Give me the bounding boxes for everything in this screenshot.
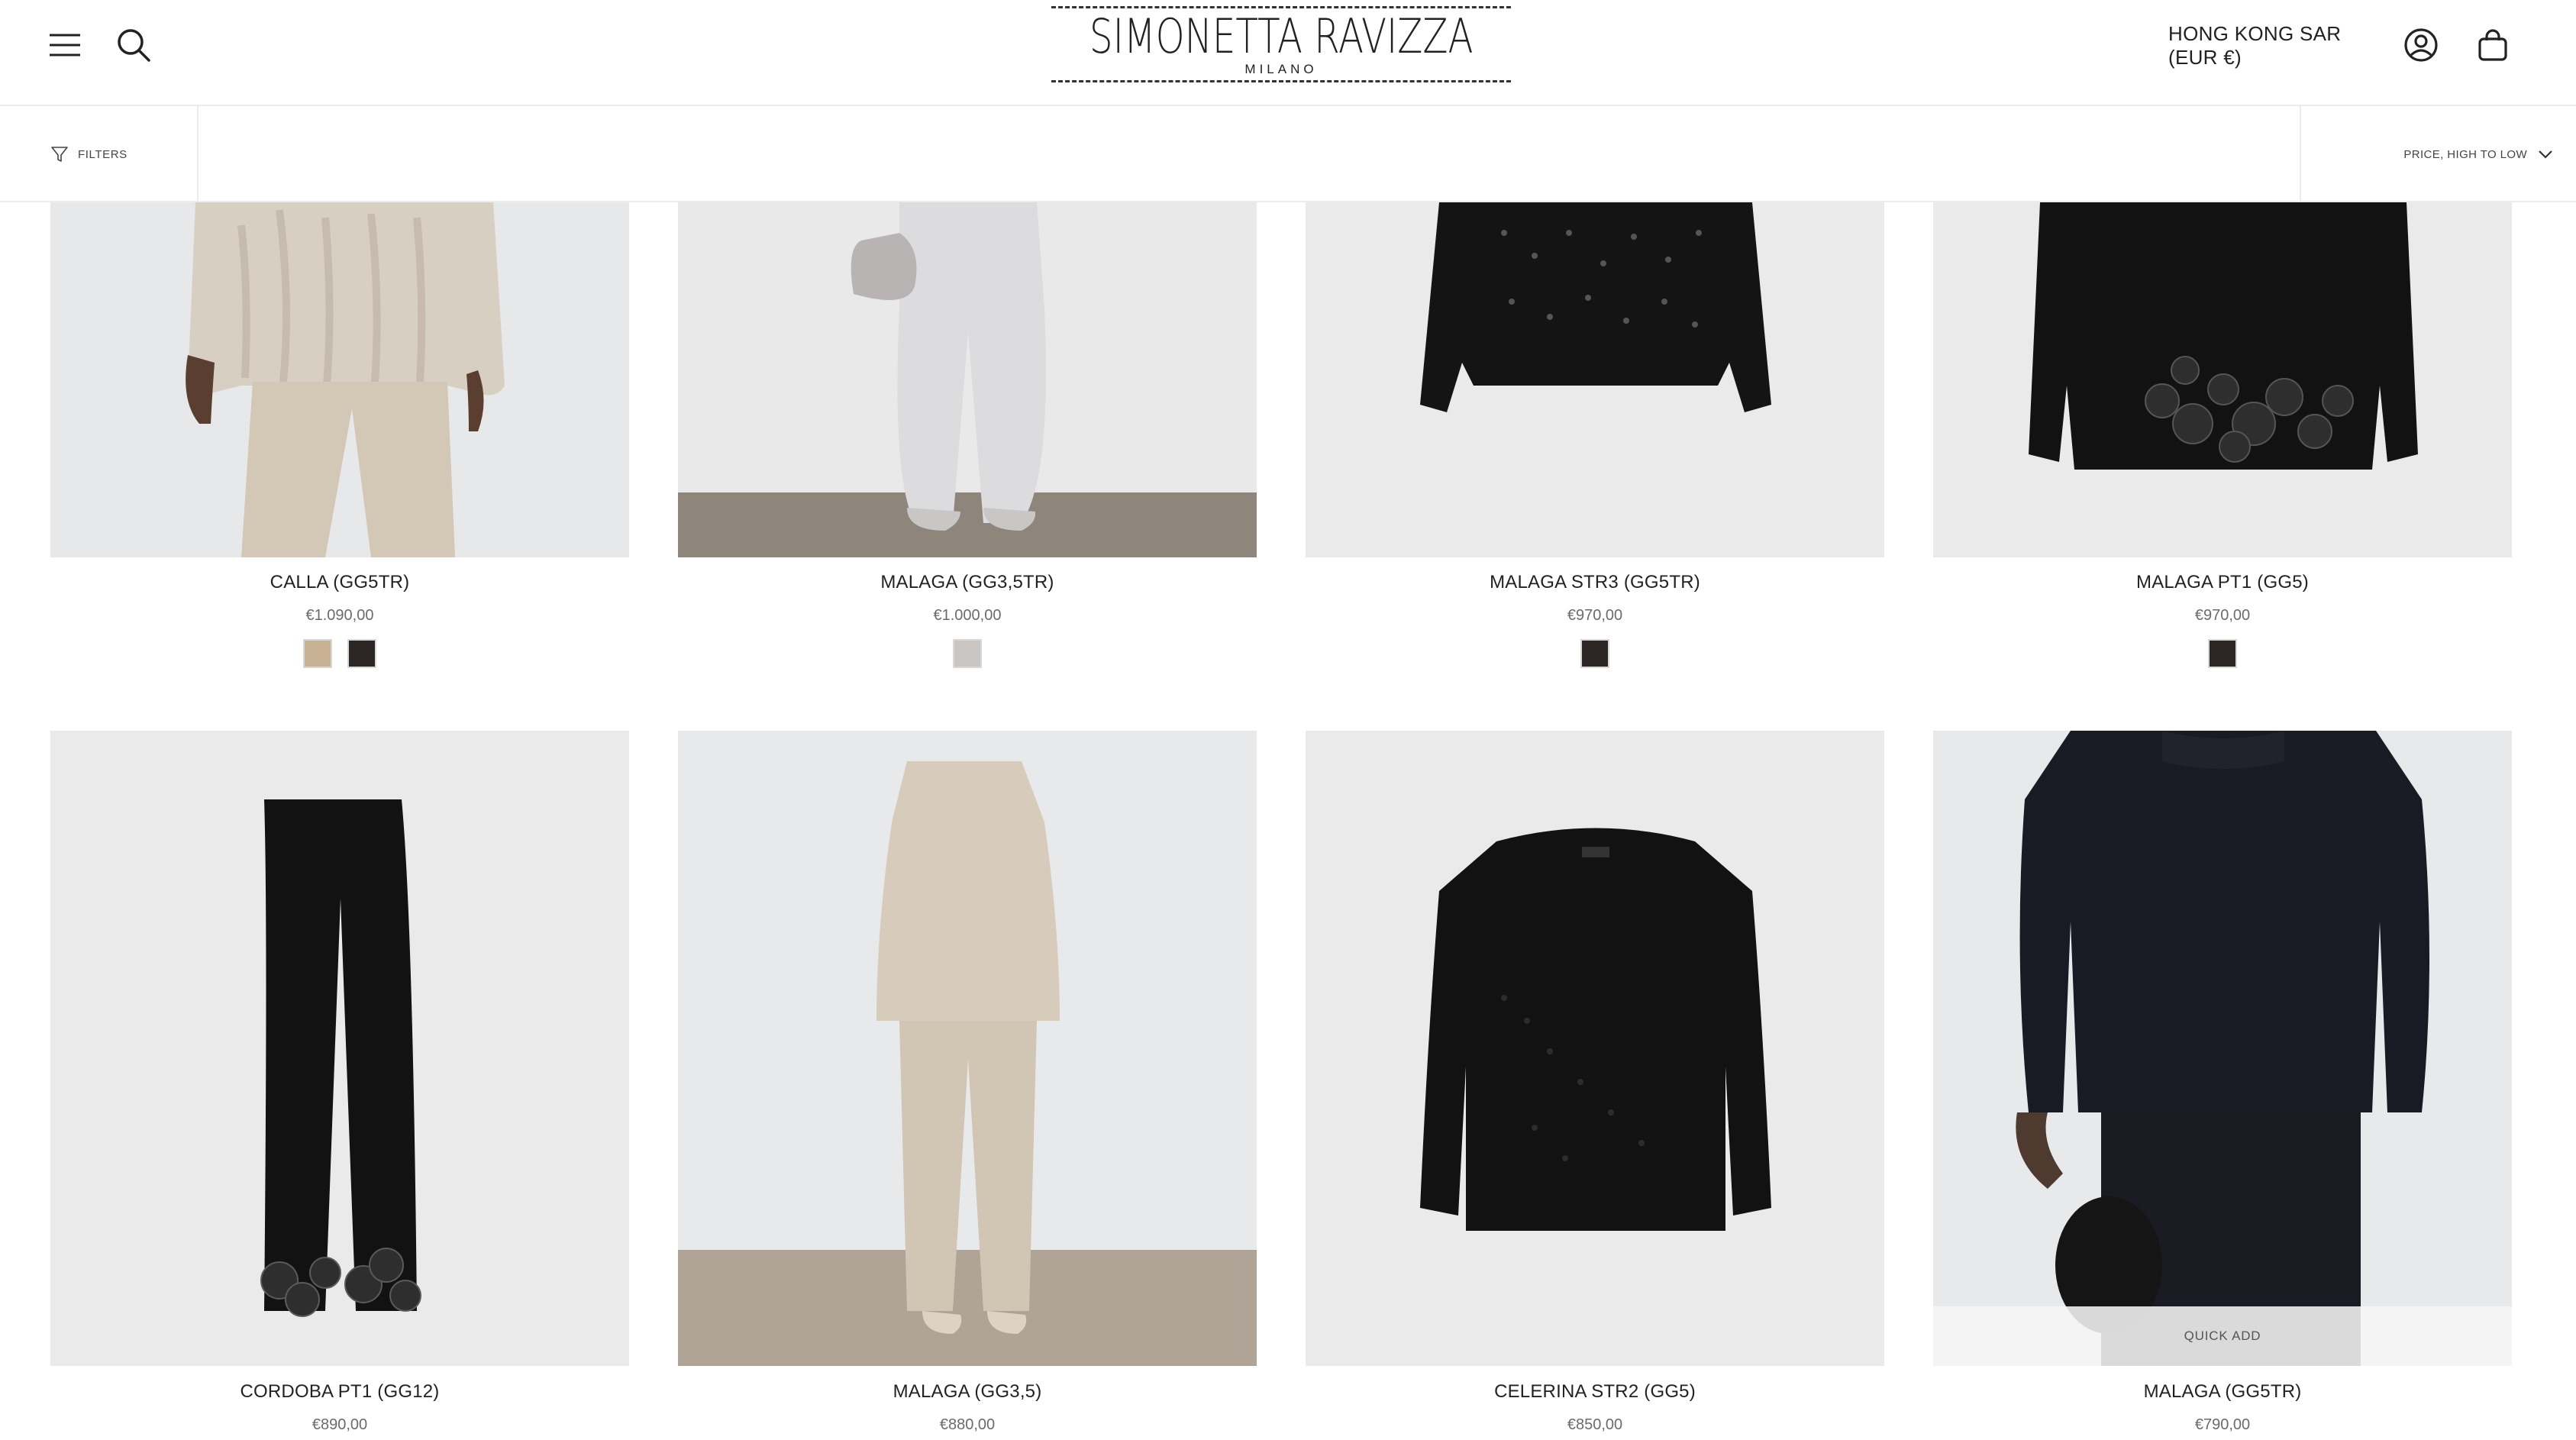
product-price: €790,00 (2194, 1416, 2251, 1433)
region-selector[interactable]: HONG KONG SAR (EUR €) (2168, 22, 2374, 69)
product-price: €850,00 (1567, 1416, 1623, 1433)
product-price: €880,00 (939, 1416, 996, 1433)
color-swatches (1306, 639, 1884, 668)
product-name[interactable]: CORDOBA PT1 (GG12) (50, 1381, 629, 1403)
filters-label: FILTERS (78, 147, 128, 161)
toolbar-divider (2300, 106, 2301, 202)
color-swatches (1933, 639, 2512, 668)
product-price: €890,00 (312, 1416, 368, 1433)
product-image[interactable] (1306, 202, 1884, 557)
chevron-down-icon (2538, 150, 2553, 159)
product-price: €970,00 (1567, 607, 1623, 624)
filters-button[interactable]: FILTERS (50, 143, 128, 166)
product-image[interactable] (1933, 202, 2512, 557)
color-swatch[interactable] (2208, 639, 2237, 668)
product-name[interactable]: MALAGA STR3 (GG5TR) (1306, 572, 1884, 593)
product-price: €1.090,00 (305, 607, 374, 624)
product-name[interactable]: CELERINA STR2 (GG5) (1306, 1381, 1884, 1403)
product-name[interactable]: MALAGA PT1 (GG5) (1933, 572, 2512, 593)
product-price: €970,00 (2194, 607, 2251, 624)
product-name[interactable]: CALLA (GG5TR) (50, 572, 629, 593)
logo-wordmark: SIMONETTA RAVIZZA (1089, 8, 1474, 64)
product-name[interactable]: MALAGA (GG3,5TR) (678, 572, 1257, 593)
product-grid: CALLA (GG5TR) €1.090,00 MALAGA (GG3,5TR)… (0, 202, 2576, 1440)
product-name[interactable]: MALAGA (GG5TR) (1933, 1381, 2512, 1403)
color-swatch[interactable] (1580, 639, 1609, 668)
product-image[interactable] (50, 202, 629, 557)
toolbar-divider (197, 106, 199, 202)
product-image[interactable] (1306, 731, 1884, 1366)
sort-label: PRICE, HIGH TO LOW (2403, 147, 2527, 161)
collection-toolbar: FILTERS PRICE, HIGH TO LOW (0, 106, 2576, 202)
logo-subtitle: MILANO (1244, 62, 1318, 76)
brand-logo[interactable]: SIMONETTA RAVIZZA MILANO (1051, 6, 1511, 82)
cart-icon[interactable] (2474, 26, 2512, 64)
account-icon[interactable] (2402, 26, 2440, 64)
color-swatches (50, 639, 629, 668)
color-swatches (678, 639, 1257, 668)
product-image[interactable] (678, 202, 1257, 557)
site-header: SIMONETTA RAVIZZA MILANO HONG KONG SAR (… (0, 0, 2576, 106)
search-icon[interactable] (115, 26, 153, 64)
sort-dropdown[interactable]: PRICE, HIGH TO LOW (2367, 143, 2553, 166)
color-swatch[interactable] (303, 639, 332, 668)
filter-icon (50, 145, 69, 163)
product-name[interactable]: MALAGA (GG3,5) (678, 1381, 1257, 1403)
product-image[interactable] (50, 731, 629, 1366)
product-image[interactable] (678, 731, 1257, 1366)
product-price: €1.000,00 (933, 607, 1002, 624)
color-swatch[interactable] (953, 639, 982, 668)
product-image[interactable]: QUICK ADD (1933, 731, 2512, 1366)
color-swatch[interactable] (347, 639, 376, 668)
quick-add-button[interactable]: QUICK ADD (1933, 1306, 2512, 1366)
menu-icon[interactable] (47, 27, 82, 63)
